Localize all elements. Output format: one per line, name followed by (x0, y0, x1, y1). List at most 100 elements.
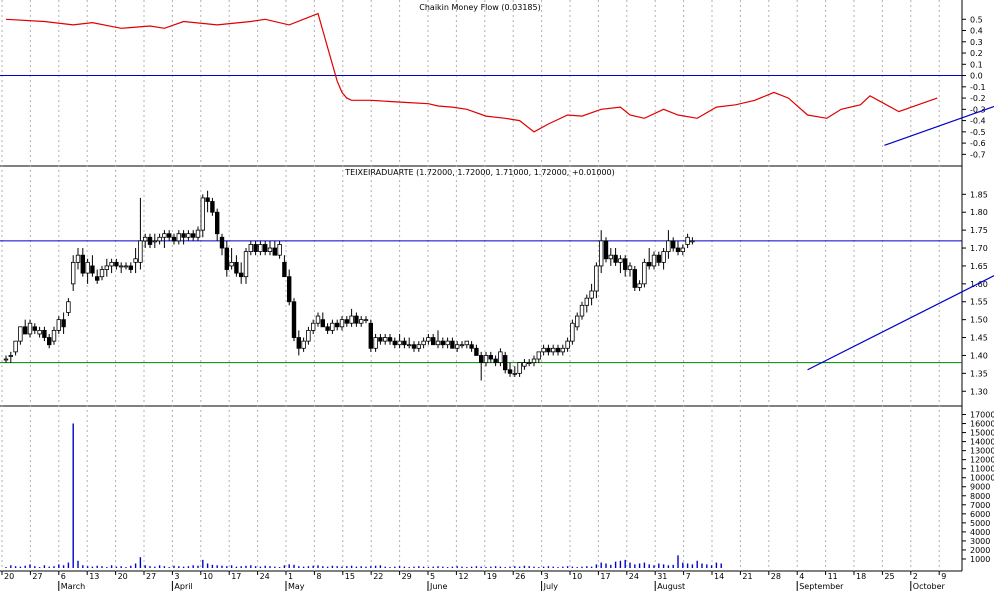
candle-body (138, 240, 143, 263)
candle-body (440, 340, 445, 346)
candle-body (234, 261, 239, 274)
candle-body (51, 329, 57, 342)
candle-body (541, 347, 546, 353)
volume-y-tick-label: 1000 (970, 555, 990, 564)
candle-body (527, 362, 532, 365)
candle-body (464, 340, 469, 346)
candle-body (551, 347, 556, 353)
candle-body (325, 326, 330, 331)
candle-body (675, 247, 681, 253)
cmf-y-tick-label: 0.1 (970, 60, 983, 69)
candle-body (306, 329, 311, 342)
x-day-label: 12 (458, 572, 468, 581)
candle-body (282, 261, 287, 278)
candle-body (210, 201, 215, 213)
candle-body (478, 355, 484, 364)
candle-body (229, 261, 234, 267)
cmf-y-tick-label: -0.5 (970, 128, 986, 137)
cmf-y-tick-label: -0.1 (970, 83, 986, 92)
candle-body (608, 254, 613, 260)
price-y-tick-label: 1.50 (970, 316, 988, 325)
candle-body (373, 337, 378, 349)
candle-body (205, 197, 210, 202)
x-day-label: 19 (487, 572, 497, 581)
x-day-label: 25 (884, 572, 894, 581)
candle-body (411, 344, 417, 349)
x-day-label: 2 (913, 572, 918, 581)
candle-body (37, 329, 42, 335)
candle-body (85, 261, 90, 274)
x-day-label: 6 (61, 572, 66, 581)
price-y-tick-label: 1.80 (970, 208, 988, 217)
candle-body (119, 265, 124, 268)
candle-body (157, 236, 162, 242)
candle-body (358, 319, 364, 324)
candle-body (363, 319, 369, 322)
candle-body (603, 240, 609, 260)
candle-body (426, 337, 431, 342)
candle-body (531, 358, 537, 364)
x-day-label: 21 (742, 572, 752, 581)
price-y-tick-label: 1.55 (970, 298, 988, 307)
candle-body (248, 244, 253, 253)
candle-body (27, 322, 33, 335)
volume-y-tick-label: 12000 (970, 456, 994, 465)
x-day-label: 17 (231, 572, 241, 581)
candle-body (671, 240, 676, 249)
cmf-y-tick-label: -0.7 (970, 150, 986, 159)
volume-y-tick-label: 13000 (970, 447, 994, 456)
candle-body (546, 347, 551, 353)
candle-body (459, 344, 465, 347)
candle-body (315, 315, 321, 324)
candle-body (272, 247, 277, 256)
candle-body (152, 240, 157, 243)
candle-body (570, 322, 575, 342)
candle-body (589, 290, 594, 299)
candle-body (627, 265, 633, 270)
volume-y-tick-label: 15000 (970, 429, 994, 438)
stock-chart: Chaikin Money Flow (0.03185) 0.5 0.4 0.3 0.… (0, 0, 994, 591)
candle-body (195, 229, 201, 238)
x-month-label: August (657, 582, 685, 591)
candle-body (99, 269, 105, 278)
x-day-label: 27 (32, 572, 42, 581)
volume-y-tick-label: 16000 (970, 420, 994, 429)
cmf-y-tick-label: -0.4 (970, 117, 986, 126)
candle-body (565, 340, 570, 349)
candle-body (575, 315, 580, 328)
x-day-label: 10 (203, 572, 213, 581)
x-month-label: April (174, 582, 192, 591)
candle-body (109, 261, 114, 267)
candle-body (632, 269, 637, 288)
candle-body (512, 372, 517, 375)
candle-body (344, 319, 349, 324)
volume-y-tick-label: 17000 (970, 411, 994, 420)
candle-body (200, 197, 205, 231)
candle-body (320, 319, 325, 328)
candle-body (397, 340, 402, 346)
volume-y-tick-label: 9000 (970, 483, 990, 492)
candle-body (3, 358, 9, 361)
candle-body (334, 322, 340, 328)
candle-body (80, 254, 85, 274)
candle-body (291, 301, 297, 338)
price-y-tick-label: 1.65 (970, 262, 988, 271)
x-day-label: 27 (146, 572, 156, 581)
candle-body (555, 347, 561, 353)
candle-body (637, 283, 642, 288)
candle-body (162, 233, 167, 238)
candle-body (258, 244, 263, 253)
candle-body (32, 326, 37, 331)
volume-y-tick-label: 6000 (970, 510, 990, 519)
candle-body (262, 244, 268, 253)
x-day-label: 15 (345, 572, 355, 581)
candle-body (623, 258, 628, 270)
x-day-label: 26 (515, 572, 525, 581)
candle-body (435, 340, 441, 346)
candle-body (238, 272, 244, 278)
candle-body (330, 322, 335, 331)
candle-body (387, 337, 393, 342)
candle-body (166, 233, 172, 238)
volume-y-tick-label: 8000 (970, 492, 990, 501)
candle-body (296, 337, 301, 349)
